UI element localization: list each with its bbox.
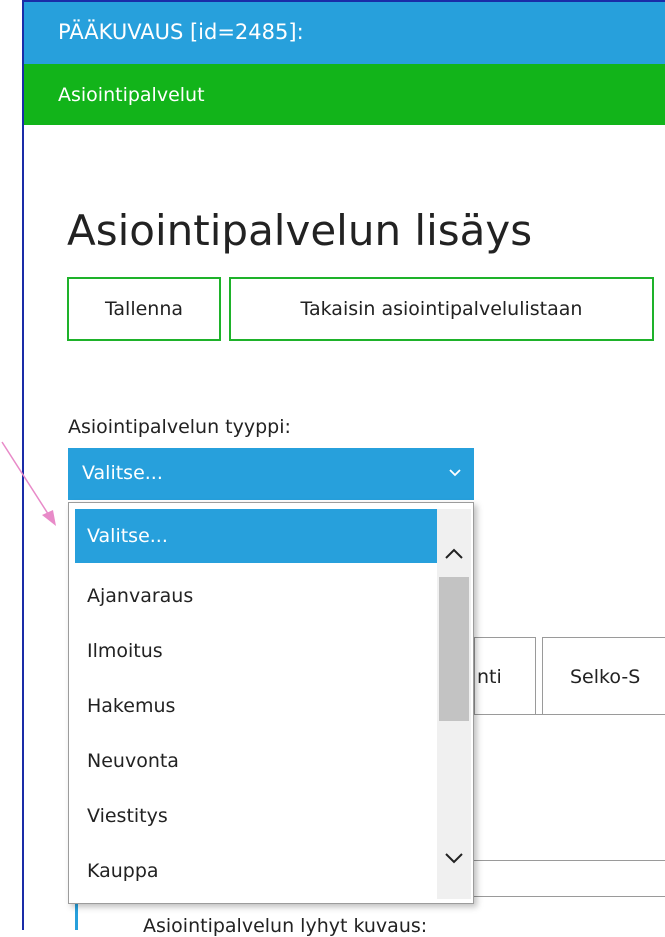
panel-divider	[474, 896, 665, 897]
dropdown-option[interactable]: Viestitys	[75, 790, 437, 842]
tab-selkosuomi[interactable]: Selko-S	[542, 637, 665, 715]
type-select-value: Valitse...	[82, 462, 163, 484]
type-dropdown-list[interactable]: Valitse... Ajanvaraus Ilmoitus Hakemus N…	[68, 502, 474, 904]
header-title: PÄÄKUVAUS [id=2485]:	[58, 20, 304, 44]
type-field-label: Asiointipalvelun tyyppi:	[68, 416, 291, 438]
panel-divider	[474, 860, 665, 861]
annotation-arrow-icon	[1, 441, 56, 526]
section-title[interactable]: Asiointipalvelut	[58, 84, 205, 106]
tabs-divider	[474, 714, 665, 715]
tab-partial-1[interactable]: nti	[474, 637, 536, 715]
chevron-down-icon[interactable]	[437, 843, 471, 873]
dropdown-option[interactable]: Neuvonta	[75, 735, 437, 787]
tab-selkosuomi-label: Selko-S	[570, 665, 641, 688]
dropdown-option[interactable]: Hakemus	[75, 680, 437, 732]
dropdown-scrollbar[interactable]	[437, 509, 471, 899]
header-bar: PÄÄKUVAUS [id=2485]:	[24, 2, 665, 64]
dropdown-option[interactable]: Ajanvaraus	[75, 570, 437, 622]
back-to-list-button[interactable]: Takaisin asiointipalvelulistaan	[229, 277, 654, 341]
scrollbar-thumb[interactable]	[439, 577, 469, 721]
dropdown-option[interactable]: Ilmoitus	[75, 625, 437, 677]
type-select[interactable]: Valitse...	[68, 448, 474, 500]
short-description-label: Asiointipalvelun lyhyt kuvaus:	[143, 915, 428, 937]
section-bar: Asiointipalvelut	[24, 64, 665, 125]
tab-partial-1-label: nti	[477, 665, 502, 688]
dropdown-option[interactable]: Kauppa	[75, 845, 437, 897]
page-title: Asiointipalvelun lisäys	[67, 206, 533, 256]
chevron-down-icon	[449, 469, 461, 477]
chevron-up-icon[interactable]	[437, 539, 471, 569]
save-button[interactable]: Tallenna	[67, 277, 221, 341]
dropdown-option[interactable]: Valitse...	[75, 509, 437, 563]
